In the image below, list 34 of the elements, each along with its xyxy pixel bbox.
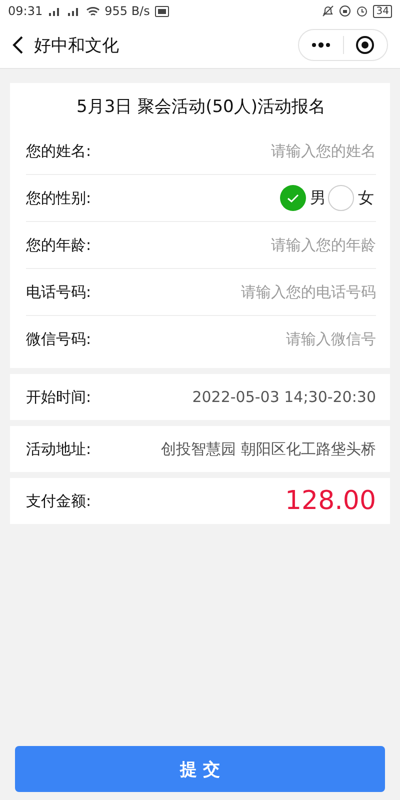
network-speed: 955 B/s (104, 4, 150, 18)
field-label: 您的姓名: (26, 142, 92, 160)
battery-level: 34 (373, 4, 392, 18)
field-label: 开始时间: (26, 388, 92, 406)
wifi-icon (86, 6, 100, 16)
field-label: 您的性别: (26, 188, 92, 208)
radio-button[interactable] (328, 185, 354, 211)
bell-off-icon (322, 5, 334, 17)
signal-icon (48, 6, 62, 16)
input-field[interactable]: 请输入微信号 (156, 330, 376, 348)
target-icon (355, 35, 376, 55)
field-label: 活动地址: (26, 440, 92, 458)
input-field[interactable]: 请输入您的年龄 (156, 236, 376, 254)
field-label: 支付金额: (26, 492, 92, 510)
field-label: 电话号码: (26, 282, 92, 302)
radio-button[interactable] (280, 185, 306, 211)
radio-label: 女 (358, 188, 374, 208)
submit-button[interactable]: 提 交 (15, 746, 385, 792)
input-field[interactable]: 请输入您的电话号码 (156, 283, 376, 301)
input-field[interactable]: 请输入您的姓名 (156, 142, 376, 160)
field-value: 2022-05-03 14;30-20:30 (192, 388, 376, 406)
status-time: 09:31 (8, 4, 43, 18)
field-label: 您的年龄: (26, 236, 92, 254)
price-value: 128.00 (285, 486, 376, 516)
field-value: 创投智慧园 朝阳区化工路垡头桥 (161, 440, 376, 458)
signal-icon (66, 6, 81, 16)
field-label: 微信号码: (26, 330, 92, 348)
more-icon (310, 42, 331, 48)
page-title: 好中和文化 (34, 34, 120, 56)
form-title: 5月3日 聚会活动(50人)活动报名 (76, 96, 326, 119)
back-icon[interactable] (12, 36, 24, 54)
alarm-icon (356, 5, 368, 17)
radio-label: 男 (310, 188, 326, 208)
check-icon (287, 194, 299, 202)
